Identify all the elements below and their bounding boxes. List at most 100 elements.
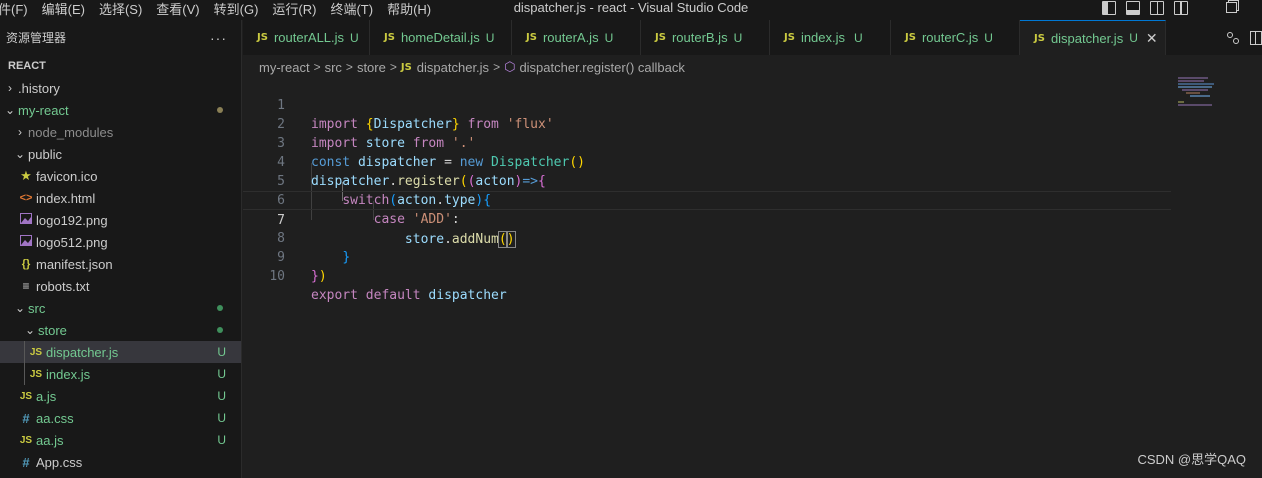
tree-item-manifest[interactable]: {} manifest.json (0, 253, 241, 275)
menu-terminal[interactable]: 终端(T) (323, 0, 380, 20)
menu-go[interactable]: 转到(G) (207, 0, 266, 20)
code-line: 10 export default dispatcher (243, 248, 1171, 303)
tree-item-app-css[interactable]: # App.css (0, 451, 241, 473)
js-icon: JS (19, 390, 33, 402)
tab-routera[interactable]: JS routerA.js U (512, 20, 641, 55)
js-icon: JS (905, 32, 916, 43)
minimap-line (1178, 86, 1212, 88)
indent-guide (24, 341, 25, 385)
code-line-current: 7 store.addNum() (243, 191, 1171, 248)
tree-item-aa-css[interactable]: # aa.css U (0, 407, 241, 429)
code-line: 1 import {Dispatcher} from 'flux' (243, 77, 1171, 132)
tree-item-label: index.html (36, 190, 96, 206)
tree-item-dispatcher[interactable]: JS dispatcher.js U (0, 341, 241, 363)
menu-view[interactable]: 查看(V) (149, 0, 206, 20)
code-line: 8 } (243, 210, 1171, 265)
css-icon: # (22, 410, 30, 426)
explorer-title: 资源管理器 (6, 31, 67, 45)
tab-dispatcher[interactable]: JS dispatcher.js U ✕ (1020, 20, 1166, 55)
code-line: 2 import store from '.' (243, 96, 1171, 151)
tree-item-a-js[interactable]: JS a.js U (0, 385, 241, 407)
editor-actions (1226, 20, 1262, 55)
menu-file[interactable]: 件(F) (0, 0, 35, 20)
tree-item-label: store (38, 322, 67, 338)
chevron-right-icon: › (18, 125, 22, 139)
editor-tabs: JS routerALL.js U JS homeDetail.js U JS … (243, 20, 1262, 55)
tree-item-store[interactable]: ⌄ store (0, 319, 241, 341)
split-editor-icon[interactable] (1250, 30, 1262, 45)
text-file-icon: ≡ (22, 279, 30, 293)
code-text: }) (311, 269, 327, 284)
code-editor[interactable]: 1 import {Dispatcher} from 'flux' 2 impo… (243, 77, 1262, 478)
toggle-panel-icon[interactable] (1126, 1, 1140, 15)
chevron-down-icon: ⌄ (14, 301, 26, 315)
tab-index[interactable]: JS index.js U (770, 20, 891, 55)
modified-dot-icon (217, 107, 223, 113)
tab-label: homeDetail.js (400, 30, 480, 45)
js-icon: JS (1034, 32, 1045, 44)
tree-item-index-html[interactable]: <> index.html (0, 187, 241, 209)
workspace-root[interactable]: REACT (0, 55, 241, 77)
menu-selection[interactable]: 选择(S) (92, 0, 149, 20)
tree-item-robots[interactable]: ≡ robots.txt (0, 275, 241, 297)
tree-item-label: aa.css (36, 410, 74, 426)
chevron-right-icon: > (389, 60, 397, 74)
html-icon: <> (19, 192, 33, 204)
tree-item-history[interactable]: › .history (0, 77, 241, 99)
breadcrumb-item[interactable]: my-react (259, 60, 310, 75)
more-actions-icon[interactable]: ··· (210, 30, 227, 46)
tree-item-label: favicon.ico (36, 168, 98, 184)
tab-homedetail[interactable]: JS homeDetail.js U (370, 20, 512, 55)
restore-window-icon[interactable] (1226, 0, 1239, 13)
chevron-right-icon: > (493, 60, 501, 74)
menu-run[interactable]: 运行(R) (265, 0, 323, 20)
vertical-scrollbar[interactable] (1250, 77, 1262, 478)
tree-item-logo512[interactable]: logo512.png (0, 231, 241, 253)
tree-item-favicon[interactable]: ★ favicon.ico (0, 165, 241, 187)
untracked-badge: U (854, 30, 863, 45)
tree-item-store-index[interactable]: JS index.js U (0, 363, 241, 385)
tab-routerb[interactable]: JS routerB.js U (641, 20, 770, 55)
untracked-badge: U (217, 345, 226, 359)
tab-routerall[interactable]: JS routerALL.js U (243, 20, 370, 55)
tree-item-aa-js[interactable]: JS aa.js U (0, 429, 241, 451)
minimap-line (1178, 101, 1184, 103)
breadcrumb: my-react > src > store > JS dispatcher.j… (259, 57, 685, 77)
tree-item-label: robots.txt (36, 278, 90, 294)
menu-help[interactable]: 帮助(H) (380, 0, 438, 20)
image-icon (18, 213, 34, 227)
code-line: 9 }) (243, 229, 1171, 284)
tree-item-node-modules[interactable]: › node_modules (0, 121, 241, 143)
tree-item-src[interactable]: ⌄ src (0, 297, 241, 319)
star-icon: ★ (20, 168, 32, 183)
tree-item-my-react[interactable]: ⌄ my-react (0, 99, 241, 121)
chevron-down-icon: ⌄ (4, 103, 16, 117)
tree-item-label: dispatcher.js (46, 344, 119, 360)
menu-edit[interactable]: 编辑(E) (35, 0, 92, 20)
tree-item-label: logo512.png (36, 234, 108, 250)
chevron-down-icon: ⌄ (14, 147, 26, 161)
tab-routerc[interactable]: JS routerC.js U (891, 20, 1020, 55)
breadcrumb-item[interactable]: src (325, 60, 342, 75)
toggle-primary-sidebar-icon[interactable] (1102, 1, 1116, 15)
minimap[interactable] (1178, 77, 1222, 107)
close-tab-icon[interactable]: ✕ (1146, 30, 1158, 47)
code-line: 6 case 'ADD': (243, 172, 1171, 227)
tree-item-logo192[interactable]: logo192.png (0, 209, 241, 231)
tree-item-label: aa.js (36, 432, 64, 448)
breadcrumb-item[interactable]: store (357, 60, 386, 75)
tree-item-label: public (28, 146, 62, 162)
minimap-line (1178, 83, 1214, 85)
breadcrumb-item[interactable]: dispatcher.register() callback (519, 60, 684, 75)
open-changes-icon[interactable] (1226, 31, 1240, 45)
untracked-badge: U (350, 30, 359, 45)
minimap-line (1190, 95, 1210, 97)
code-line: 3 const dispatcher = new Dispatcher() (243, 115, 1171, 170)
customize-layout-icon[interactable] (1174, 1, 1188, 15)
minimap-line (1186, 92, 1200, 94)
tree-item-public[interactable]: ⌄ public (0, 143, 241, 165)
js-icon: JS (19, 434, 33, 446)
tree-item-label: index.js (46, 366, 91, 382)
toggle-secondary-sidebar-icon[interactable] (1150, 1, 1164, 15)
breadcrumb-item[interactable]: dispatcher.js (417, 60, 489, 75)
